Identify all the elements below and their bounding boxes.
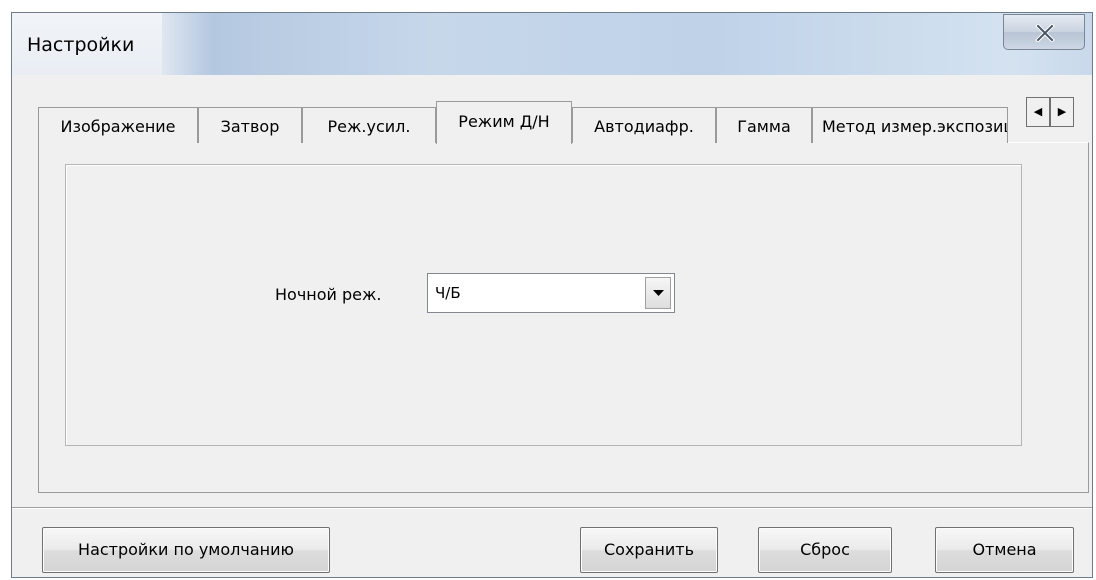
close-icon xyxy=(1035,24,1055,42)
tab-scroll-right-button[interactable]: ▶ xyxy=(1050,97,1074,127)
tab-auto-iris[interactable]: Автодиафр. xyxy=(572,107,716,143)
save-button[interactable]: Сохранить xyxy=(580,527,718,573)
window-title: Настройки xyxy=(27,34,135,56)
title-area: Настройки xyxy=(12,13,162,75)
arrow-right-icon: ▶ xyxy=(1057,105,1067,118)
tab-scroll-left-button[interactable]: ◀ xyxy=(1026,97,1050,127)
dialog-client-area: Изображение Затвор Реж.усил. Режим Д/Н А… xyxy=(12,75,1092,577)
defaults-button[interactable]: Настройки по умолчанию xyxy=(42,527,330,573)
settings-dialog: Настройки Изображение Затвор Реж.усил. Р… xyxy=(11,12,1093,578)
chevron-down-icon xyxy=(653,290,664,296)
close-button[interactable] xyxy=(1003,14,1085,50)
title-bar[interactable]: Настройки xyxy=(12,13,1092,75)
tab-shutter[interactable]: Затвор xyxy=(198,107,302,143)
reset-button[interactable]: Сброс xyxy=(758,527,892,573)
tab-exposure-metering[interactable]: Метод измер.экспозиции xyxy=(812,107,1008,143)
button-separator xyxy=(12,507,1092,509)
night-mode-label: Ночной реж. xyxy=(275,285,382,304)
night-mode-value: Ч/Б xyxy=(435,284,461,302)
tab-gain-mode[interactable]: Реж.усил. xyxy=(302,107,436,143)
tab-image[interactable]: Изображение xyxy=(38,107,198,143)
tab-day-night-mode[interactable]: Режим Д/Н xyxy=(436,101,572,144)
arrow-left-icon: ◀ xyxy=(1033,105,1043,118)
dropdown-button[interactable] xyxy=(645,277,671,309)
tab-strip: Изображение Затвор Реж.усил. Режим Д/Н А… xyxy=(38,99,1038,144)
tab-gamma[interactable]: Гамма xyxy=(716,107,812,143)
cancel-button[interactable]: Отмена xyxy=(935,527,1074,573)
night-mode-select[interactable]: Ч/Б xyxy=(427,273,675,313)
